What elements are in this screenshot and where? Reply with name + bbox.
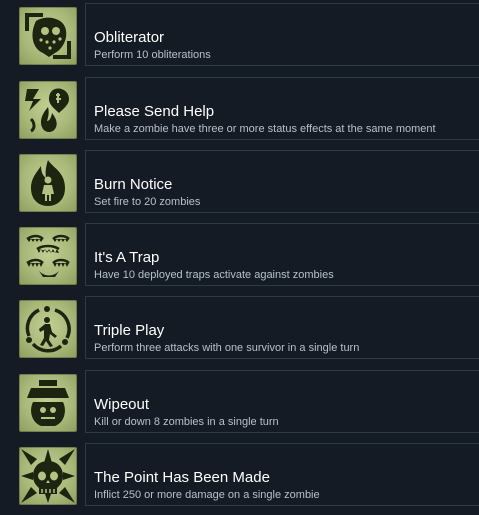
achievement-card: Obliterator Perform 10 obliterations <box>85 3 479 66</box>
achievement-row-the-point-has-been-made[interactable]: The Point Has Been Made Inflict 250 or m… <box>0 443 479 507</box>
achievement-description: Perform three attacks with one survivor … <box>94 342 360 354</box>
achievement-card: Triple Play Perform three attacks with o… <box>85 296 479 359</box>
achievement-title: Please Send Help <box>94 103 215 120</box>
achievement-title: Burn Notice <box>94 176 173 193</box>
achievement-title: The Point Has Been Made <box>94 469 270 486</box>
achievement-card: Burn Notice Set fire to 20 zombies <box>85 150 479 213</box>
wipeout-icon <box>19 374 77 432</box>
achievement-description: Set fire to 20 zombies <box>94 196 201 208</box>
achievement-row-wipeout[interactable]: Wipeout Kill or down 8 zombies in a sing… <box>0 370 479 434</box>
achievement-description: Have 10 deployed traps activate against … <box>94 269 334 281</box>
achievement-card: Wipeout Kill or down 8 zombies in a sing… <box>85 370 479 433</box>
status-effects-icon <box>19 81 77 139</box>
skull-hockey-mask-icon <box>19 7 77 65</box>
achievement-list: Obliterator Perform 10 obliterations Ple… <box>0 0 479 515</box>
achievement-row-triple-play[interactable]: Triple Play Perform three attacks with o… <box>0 296 479 360</box>
achievement-title: Obliterator <box>94 29 165 46</box>
achievement-card: The Point Has Been Made Inflict 250 or m… <box>85 443 479 506</box>
bear-trap-icon <box>19 227 77 285</box>
achievement-title: It's A Trap <box>94 249 160 266</box>
achievement-title: Wipeout <box>94 396 150 413</box>
achievement-description: Perform 10 obliterations <box>94 49 211 61</box>
burning-zombie-icon <box>19 154 77 212</box>
achievement-card: Please Send Help Make a zombie have thre… <box>85 77 479 140</box>
triple-attack-icon <box>19 300 77 358</box>
achievement-card: It's A Trap Have 10 deployed traps activ… <box>85 223 479 286</box>
achievement-description: Kill or down 8 zombies in a single turn <box>94 416 279 428</box>
achievement-title: Triple Play <box>94 322 165 339</box>
achievement-row-obliterator[interactable]: Obliterator Perform 10 obliterations <box>0 3 479 67</box>
achievement-description: Inflict 250 or more damage on a single z… <box>94 489 320 501</box>
spiked-skull-icon <box>19 447 77 505</box>
achievement-row-please-send-help[interactable]: Please Send Help Make a zombie have thre… <box>0 77 479 141</box>
achievement-row-its-a-trap[interactable]: It's A Trap Have 10 deployed traps activ… <box>0 223 479 287</box>
achievement-row-burn-notice[interactable]: Burn Notice Set fire to 20 zombies <box>0 150 479 214</box>
achievement-description: Make a zombie have three or more status … <box>94 123 436 135</box>
